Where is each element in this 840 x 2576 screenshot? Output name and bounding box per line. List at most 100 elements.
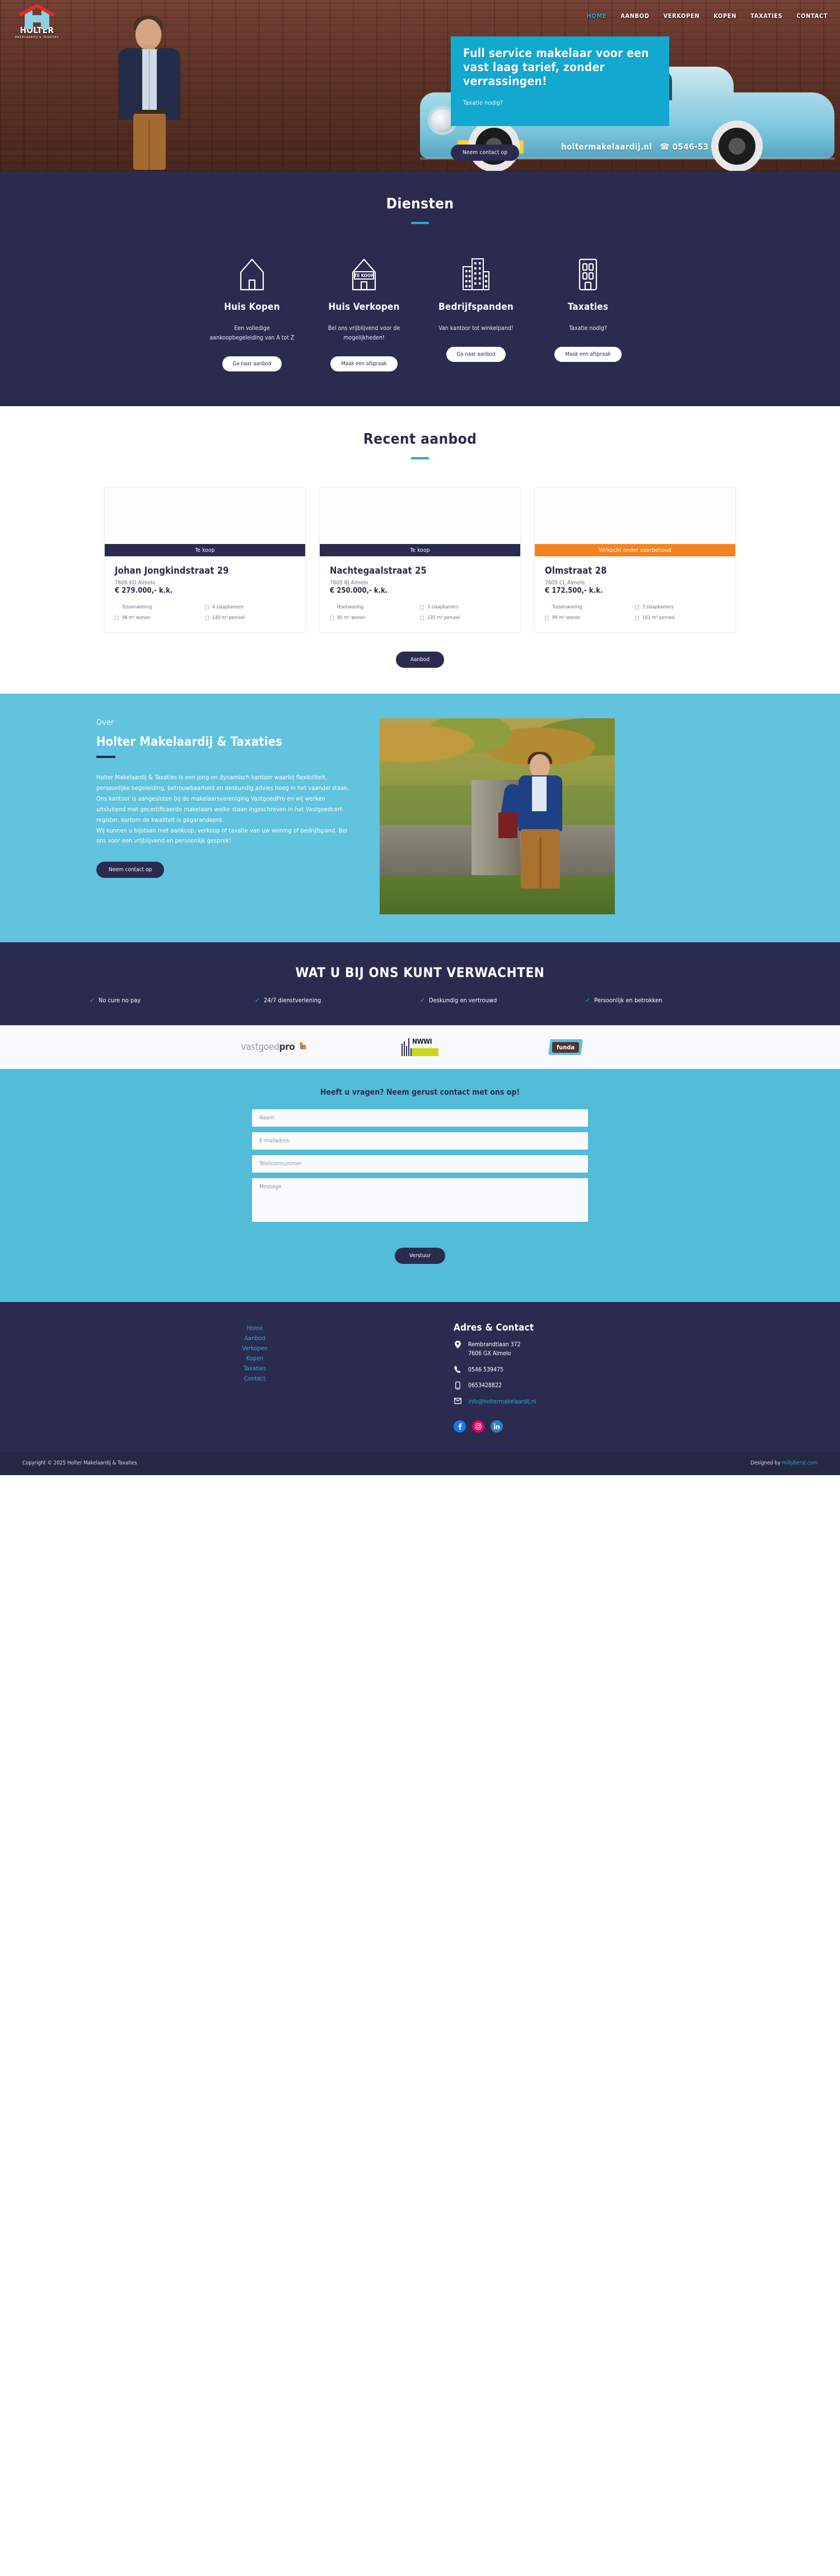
- status-badge: Te koop: [105, 544, 305, 556]
- services-title-rule: [411, 222, 429, 224]
- expectation-label: Deskundig en vertrouwd: [429, 996, 497, 1004]
- nav-item-aanbod[interactable]: AANBOD: [620, 12, 649, 20]
- status-badge: Te koop: [320, 544, 520, 556]
- instagram-icon[interactable]: [472, 1420, 484, 1433]
- name-input[interactable]: [252, 1109, 588, 1127]
- check-icon: ✓: [420, 996, 426, 1004]
- expectation-label: 24/7 dienstverlening: [264, 996, 321, 1004]
- copyright-text: Copyright © 2025 Holter Makelaardij & Ta…: [22, 1460, 137, 1467]
- service-name: Huis Verkopen: [328, 301, 400, 313]
- expectation-label: Persoonlijk en betrokken: [594, 996, 662, 1004]
- footer-link-kopen[interactable]: Kopen: [246, 1355, 264, 1362]
- hero-contact-button[interactable]: Neem contact op: [451, 145, 520, 161]
- spec-type: Tussenwoning: [122, 605, 152, 610]
- mobile-icon: [454, 1382, 461, 1390]
- designed-by-label: Designed by: [750, 1460, 782, 1467]
- footer-links[interactable]: Home Aanbod Verkopen Kopen Taxaties Cont…: [90, 1322, 420, 1433]
- spec-plot: 140 m² perceel: [205, 615, 295, 621]
- check-icon: ✓: [255, 996, 260, 1004]
- listing-zip: 7605 CL Almelo: [545, 580, 585, 586]
- nwwi-logo[interactable]: NWWI: [347, 1038, 493, 1056]
- house-icon: [196, 257, 308, 291]
- listings-title: Recent aanbod: [363, 431, 477, 448]
- footer-link-taxaties[interactable]: Taxaties: [244, 1365, 266, 1372]
- footer-link-aanbod[interactable]: Aanbod: [244, 1335, 265, 1342]
- all-listings-button[interactable]: Aanbod: [395, 652, 445, 668]
- status-badge: Verkocht onder voorbehoud: [535, 544, 735, 556]
- main-navigation[interactable]: HOME AANBOD VERKOPEN KOPEN TAXATIES CONT…: [586, 12, 828, 20]
- service-desc: Van kantoor tot winkelpand!: [438, 325, 514, 332]
- expectation-item: ✓ 24/7 dienstverlening: [255, 996, 420, 1004]
- email-input[interactable]: [252, 1132, 588, 1150]
- contact-form[interactable]: Verstuur: [252, 1109, 588, 1264]
- vastgoedpro-logo[interactable]: vastgoedpro: [202, 1041, 347, 1053]
- linkedin-icon[interactable]: [491, 1420, 503, 1433]
- about-eyebrow: Over: [96, 718, 114, 727]
- check-icon: ✓: [585, 996, 591, 1004]
- footer-address-line1: Rembrandtlaan 372: [468, 1341, 521, 1348]
- footer-mobile-row[interactable]: 0653428822: [454, 1382, 750, 1391]
- copyright-bar: Copyright © 2025 Holter Makelaardij & Ta…: [0, 1451, 840, 1475]
- message-textarea[interactable]: [252, 1178, 588, 1222]
- submit-button[interactable]: Verstuur: [395, 1248, 445, 1264]
- listing-card[interactable]: Te koop Johan Jongkindstraat 29 7606 KD …: [104, 487, 306, 633]
- footer-email-value[interactable]: info@holtermakelaardij.nl: [468, 1398, 536, 1407]
- funda-text: funda: [552, 1041, 579, 1052]
- apartment-icon: [532, 257, 644, 291]
- service-button[interactable]: Ga naar aanbod: [222, 356, 282, 371]
- phone-icon: [454, 1365, 461, 1373]
- service-button[interactable]: Maak een afspraak: [554, 347, 622, 362]
- footer-phone-row[interactable]: 0546 539475: [454, 1365, 750, 1375]
- expectations-title: WAT U BIJ ONS KUNT VERWACHTEN: [295, 965, 545, 980]
- vastgoedpro-light-text: vastgoed: [241, 1041, 279, 1053]
- expectation-item: ✓ Deskundig en vertrouwd: [420, 996, 585, 1004]
- vastgoedpro-bold-text: pro: [279, 1041, 295, 1053]
- phone-input[interactable]: [252, 1155, 588, 1173]
- service-card-taxaties[interactable]: Taxaties Taxatie nodig? Maak een afspraa…: [532, 257, 644, 371]
- expectations-section: WAT U BIJ ONS KUNT VERWACHTEN ✓ No cure …: [0, 942, 840, 1025]
- house-for-sale-icon: TE KOOP: [308, 257, 420, 291]
- funda-logo[interactable]: funda: [493, 1039, 638, 1055]
- service-card-huis-kopen[interactable]: Huis Kopen Een volledige aankoopbegeleid…: [196, 257, 308, 371]
- footer-link-verkopen[interactable]: Verkopen: [242, 1345, 268, 1352]
- listing-card[interactable]: Te koop Nachtegaalstraat 25 7605 BJ Alme…: [319, 487, 521, 633]
- nav-item-contact[interactable]: CONTACT: [796, 12, 828, 20]
- nav-item-home[interactable]: HOME: [586, 12, 606, 20]
- footer-mobile-value: 0653428822: [468, 1382, 502, 1389]
- listing-photo: [535, 488, 735, 544]
- office-buildings-icon: [420, 257, 532, 291]
- location-pin-icon: [454, 1341, 461, 1349]
- about-contact-button[interactable]: Neem contact op: [96, 862, 165, 878]
- nav-item-verkopen[interactable]: VERKOPEN: [664, 12, 700, 20]
- spec-plot: 235 m² perceel: [420, 615, 510, 621]
- service-button[interactable]: Maak een afspraak: [330, 356, 398, 371]
- hero-headline: Full service makelaar voor een vast laag…: [463, 47, 649, 88]
- footer-socials[interactable]: [454, 1420, 750, 1433]
- listing-card[interactable]: Verkocht onder voorbehoud Olmstraat 28 7…: [534, 487, 736, 633]
- service-card-huis-verkopen[interactable]: TE KOOP Huis Verkopen Bel ons vrijblijve…: [308, 257, 420, 371]
- about-section: Over Holter Makelaardij & Taxaties Holte…: [0, 694, 840, 942]
- spec-living: 96 m² wonen: [115, 615, 205, 621]
- logo-house-icon: [20, 4, 54, 29]
- footer-email-row[interactable]: info@holtermakelaardij.nl: [454, 1398, 750, 1407]
- nav-item-kopen[interactable]: KOPEN: [713, 12, 736, 20]
- site-logo[interactable]: HOLTER MAKELAARDIJ & TAXATIES: [7, 4, 67, 39]
- car-website-text: holtermakelaardij.nl: [561, 142, 652, 152]
- nwwi-bars-icon: [402, 1038, 412, 1056]
- designer-link[interactable]: millyberst.com: [782, 1460, 818, 1466]
- footer-link-home[interactable]: Home: [246, 1324, 263, 1332]
- footer-link-contact[interactable]: Contact: [244, 1375, 266, 1382]
- services-title: Diensten: [386, 196, 454, 212]
- spec-bedrooms: 4 slaapkamers: [205, 605, 295, 610]
- about-paragraph-1: Holter Makelaardij & Taxaties is een jon…: [96, 774, 349, 792]
- service-desc: Bel ons vrijblijvend voor de mogelijkhed…: [328, 325, 400, 341]
- nav-item-taxaties[interactable]: TAXATIES: [750, 12, 782, 20]
- service-button[interactable]: Ga naar aanbod: [446, 347, 506, 362]
- service-name: Huis Kopen: [224, 301, 280, 313]
- service-name: Taxaties: [567, 301, 609, 313]
- hero-section: holtermakelaardij.nl ☎ 0546-53 94 75 HOL…: [0, 0, 840, 171]
- facebook-icon[interactable]: [454, 1420, 466, 1433]
- service-card-bedrijfspanden[interactable]: Bedrijfspanden Van kantoor tot winkelpan…: [420, 257, 532, 371]
- nwwi-text: NWWI: [412, 1037, 432, 1045]
- listing-zip: 7606 KD Almelo: [115, 580, 156, 586]
